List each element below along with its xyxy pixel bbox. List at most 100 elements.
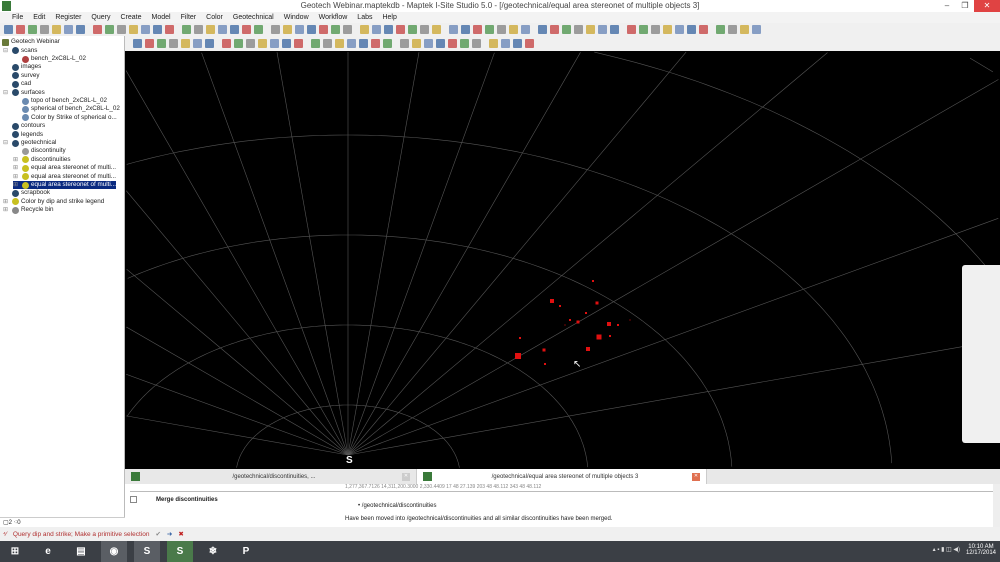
toolbar-button-icon[interactable] [234, 39, 243, 48]
tree-node[interactable]: ⊞ Color by dip and strike legend [3, 198, 104, 207]
tree-node[interactable]: legends [3, 131, 43, 140]
toolbar-button-icon[interactable] [424, 39, 433, 48]
toolbar-button-icon[interactable] [307, 25, 316, 34]
tab-discontinuities[interactable]: /geotechnical/discontinuities, ... ✕ [125, 469, 417, 484]
toolbar-button-icon[interactable] [271, 25, 280, 34]
menu-filter[interactable]: Filter [181, 12, 197, 23]
pole-point[interactable] [544, 363, 546, 365]
toolbar-button-icon[interactable] [436, 39, 445, 48]
toolbar-button-icon[interactable] [4, 25, 13, 34]
toolbar-button-icon[interactable] [40, 25, 49, 34]
toolbar-button-icon[interactable] [347, 39, 356, 48]
report-scrollbar[interactable] [993, 484, 1000, 527]
toolbar-button-icon[interactable] [145, 39, 154, 48]
toolbar-button-icon[interactable] [93, 25, 102, 34]
tree-node[interactable]: discontinuity [13, 147, 66, 156]
pole-point[interactable] [515, 353, 521, 359]
pole-point[interactable] [519, 337, 521, 339]
menu-labs[interactable]: Labs [357, 12, 372, 23]
pole-point[interactable] [550, 299, 554, 303]
tree-node[interactable]: ⊞ Recycle bin [3, 206, 54, 215]
pole-point[interactable] [595, 301, 599, 305]
toolbar-button-icon[interactable] [448, 39, 457, 48]
toolbar-button-icon[interactable] [76, 25, 85, 34]
toolbar-button-icon[interactable] [230, 25, 239, 34]
restore-button[interactable]: ❐ [956, 0, 974, 12]
tree-node[interactable]: images [3, 63, 41, 72]
toolbar-button-icon[interactable] [412, 39, 421, 48]
toolbar-button-icon[interactable] [728, 25, 737, 34]
tree-node[interactable]: ⊞ equal area stereonet of multi... [13, 180, 117, 190]
toolbar-button-icon[interactable] [400, 39, 409, 48]
toolbar-button-icon[interactable] [169, 39, 178, 48]
menu-workflow[interactable]: Workflow [319, 12, 348, 23]
tree-node[interactable]: survey [3, 72, 40, 81]
pole-point[interactable] [596, 334, 602, 340]
menu-color[interactable]: Color [206, 12, 223, 23]
toolbar-button-icon[interactable] [509, 25, 518, 34]
toolbar-button-icon[interactable] [489, 39, 498, 48]
toolbar-button-icon[interactable] [246, 39, 255, 48]
tree-root[interactable]: Geotech Webinar [2, 38, 60, 47]
pole-point[interactable] [586, 347, 590, 351]
toolbar-button-icon[interactable] [222, 39, 231, 48]
toolbar-button-icon[interactable] [218, 25, 227, 34]
toolbar-button-icon[interactable] [598, 25, 607, 34]
toolbar-button-icon[interactable] [311, 39, 320, 48]
stereonet-viewport[interactable]: S ↖ [125, 51, 1000, 469]
pole-point[interactable] [585, 312, 587, 314]
toolbar-button-icon[interactable] [335, 39, 344, 48]
expand-toggle[interactable]: ⊞ [3, 206, 10, 215]
tree-node[interactable]: ⊞ discontinuities [13, 156, 71, 165]
expand-toggle[interactable]: ⊟ [3, 47, 10, 56]
expand-toggle[interactable]: ⊞ [13, 173, 20, 182]
system-tray[interactable]: ▴ ▪ ▮ ◫ ◀) [933, 546, 960, 553]
toolbar-button-icon[interactable] [639, 25, 648, 34]
toolbar-button-icon[interactable] [383, 39, 392, 48]
pole-point[interactable] [629, 319, 631, 321]
tree-node[interactable]: Color by Strike of spherical o... [13, 114, 117, 123]
taskbar-powerpoint-icon[interactable]: P [233, 541, 259, 562]
menu-help[interactable]: Help [382, 12, 396, 23]
toolbar-button-icon[interactable] [716, 25, 725, 34]
cancel-button[interactable]: ✖ [178, 530, 183, 538]
toolbar-button-icon[interactable] [359, 39, 368, 48]
pole-point[interactable] [592, 280, 594, 282]
taskbar-ie-icon[interactable]: e [35, 541, 61, 562]
toolbar-button-icon[interactable] [627, 25, 636, 34]
toolbar-button-icon[interactable] [157, 39, 166, 48]
toolbar-button-icon[interactable] [52, 25, 61, 34]
accept-button[interactable]: ✔ [155, 530, 160, 538]
menu-file[interactable]: File [12, 12, 23, 23]
toolbar-button-icon[interactable] [133, 39, 142, 48]
collapse-toggle[interactable] [130, 496, 137, 503]
toolbar-button-icon[interactable] [461, 25, 470, 34]
expand-toggle[interactable]: ⊞ [13, 181, 20, 190]
taskbar-chrome-icon[interactable]: ◉ [101, 541, 127, 562]
toolbar-button-icon[interactable] [521, 25, 530, 34]
pole-point[interactable] [559, 305, 561, 307]
clock[interactable]: 10:10 AM 12/17/2014 [966, 544, 996, 556]
toolbar-button-icon[interactable] [497, 25, 506, 34]
taskbar-app-icon[interactable]: ❄ [200, 541, 226, 562]
toolbar-button-icon[interactable] [323, 39, 332, 48]
pole-point[interactable] [576, 320, 580, 324]
toolbar-button-icon[interactable] [473, 25, 482, 34]
tree-node[interactable]: ⊞ equal area stereonet of multi... [13, 164, 116, 173]
toolbar-button-icon[interactable] [651, 25, 660, 34]
tab-close-icon[interactable]: ✕ [402, 472, 410, 481]
toolbar-button-icon[interactable] [360, 25, 369, 34]
pole-point[interactable] [609, 335, 611, 337]
toolbar-button-icon[interactable] [740, 25, 749, 34]
toolbar-button-icon[interactable] [295, 25, 304, 34]
tree-node[interactable]: cad [3, 80, 31, 89]
next-button[interactable]: ➜ [167, 530, 172, 538]
toolbar-button-icon[interactable] [343, 25, 352, 34]
tree-node[interactable]: topo of bench_2xC8L-L_02 [13, 97, 107, 106]
toolbar-button-icon[interactable] [472, 39, 481, 48]
expand-toggle[interactable]: ⊞ [13, 164, 20, 173]
toolbar-button-icon[interactable] [182, 25, 191, 34]
pole-point[interactable] [569, 319, 571, 321]
toolbar-button-icon[interactable] [294, 39, 303, 48]
toolbar-button-icon[interactable] [254, 25, 263, 34]
